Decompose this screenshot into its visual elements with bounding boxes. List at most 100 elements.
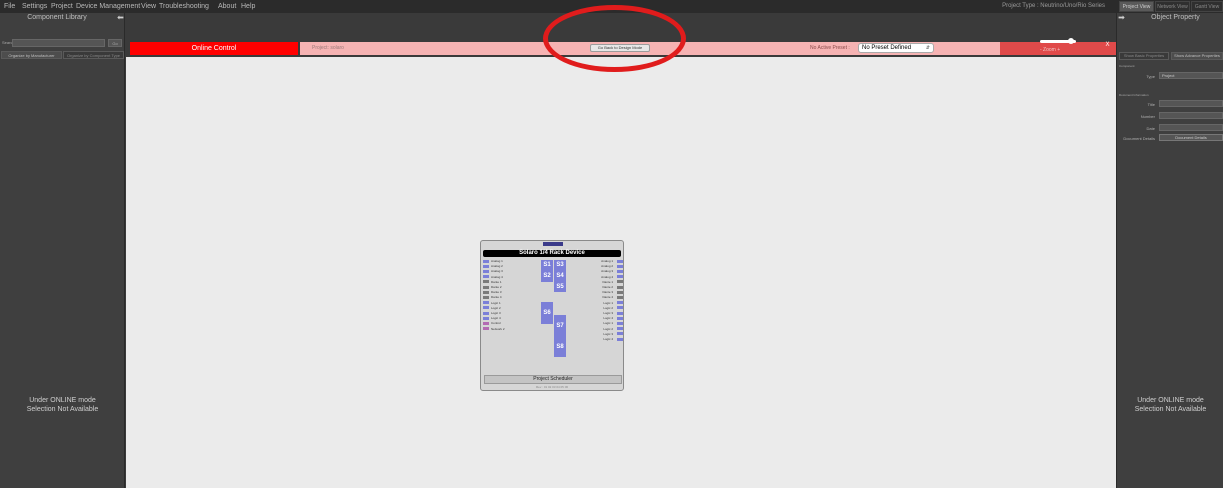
solaro-rack-device[interactable]: Solaro 1/4 Rack Device Analog 1 Analog 2 A… — [480, 240, 624, 391]
output-port-swatch[interactable] — [617, 264, 623, 268]
close-icon[interactable]: X — [1104, 42, 1111, 49]
active-preset-label: No Active Preset : — [810, 45, 850, 51]
input-port-label: Dante 4 — [491, 295, 502, 300]
input-port-swatch[interactable] — [483, 275, 489, 279]
menu-about[interactable]: About — [218, 0, 236, 13]
input-port-label: Analog 1 — [491, 259, 503, 263]
output-port-swatch[interactable] — [617, 306, 623, 310]
output-port-label: Analog 4 — [601, 274, 613, 279]
tab-gantt-view[interactable]: Gantt View — [1191, 1, 1223, 12]
number-field[interactable] — [1159, 112, 1223, 119]
input-port-label: Network 2 — [491, 326, 505, 331]
left-online-message: Under ONLINE mode Selection Not Availabl… — [0, 396, 125, 414]
input-port-swatch[interactable] — [483, 259, 489, 263]
output-port-swatch[interactable] — [617, 285, 623, 289]
show-advance-properties-button[interactable]: Show Advance Properties — [1171, 52, 1223, 60]
input-port-swatch[interactable] — [483, 290, 489, 294]
input-port-label: Logic 1 — [491, 300, 501, 305]
show-basic-properties-button[interactable]: Show Basic Properties — [1119, 52, 1169, 60]
input-port-swatch[interactable] — [483, 285, 489, 289]
block-s7[interactable]: S7 — [554, 315, 566, 337]
red-highlight-circle — [543, 5, 686, 72]
menu-device-management[interactable]: Device Management — [76, 0, 140, 13]
menu-view[interactable]: View — [141, 0, 156, 13]
input-port-swatch[interactable] — [483, 316, 489, 320]
menu-help[interactable]: Help — [241, 0, 255, 13]
input-port-swatch[interactable] — [483, 327, 489, 331]
library-search-button[interactable]: Go — [108, 39, 122, 47]
tab-organize-by-component-type[interactable]: Organize by Component Type — [63, 51, 124, 59]
type-field[interactable]: Project — [1159, 72, 1223, 79]
zoom-label: - Zoom + — [1040, 47, 1061, 53]
library-search-input[interactable] — [12, 39, 105, 47]
online-control-label: Online Control — [130, 42, 298, 55]
type-label: Type — [1146, 74, 1155, 79]
output-port-swatch[interactable] — [617, 332, 623, 336]
preset-select-value: No Preset Defined — [862, 45, 912, 51]
selection-unavailable-text: Selection Not Available — [26, 406, 99, 413]
output-port-swatch[interactable] — [617, 337, 623, 341]
project-type-label: Project Type : Neutrino/Uno/Rio Series — [1002, 3, 1105, 9]
input-port-swatch[interactable] — [483, 295, 489, 299]
device-footer: Rev : 01 02 03 04 05 06 — [536, 385, 569, 389]
output-port-label: Dante 4 — [602, 295, 613, 300]
output-port-swatch[interactable] — [617, 311, 623, 315]
input-port-swatch[interactable] — [483, 269, 489, 273]
menu-settings[interactable]: Settings — [22, 0, 47, 13]
output-port-swatch[interactable] — [617, 327, 623, 331]
input-port-label: Logic 4 — [491, 316, 501, 321]
library-tabs: Organize by Manufacturer Organize by Com… — [1, 51, 124, 59]
input-port-swatch[interactable] — [483, 301, 489, 305]
output-port-swatch[interactable] — [617, 295, 623, 299]
block-s6[interactable]: S6 — [541, 302, 553, 324]
input-port-swatch[interactable] — [483, 264, 489, 268]
updown-arrows-icon: ⇵ — [925, 45, 930, 51]
preset-select[interactable]: No Preset Defined ⇵ — [858, 43, 934, 53]
output-port-swatch[interactable] — [617, 259, 623, 263]
date-label: Date — [1146, 126, 1155, 131]
input-port-label: Logic 3 — [491, 311, 501, 315]
output-port-swatch[interactable] — [617, 316, 623, 320]
input-port-swatch[interactable] — [483, 321, 489, 325]
output-port-swatch[interactable] — [617, 290, 623, 294]
zoom-slider-handle[interactable] — [1067, 38, 1074, 44]
output-port-swatch[interactable] — [617, 301, 623, 305]
output-port-swatch[interactable] — [617, 275, 623, 279]
input-port-swatch[interactable] — [483, 311, 489, 315]
output-port-swatch[interactable] — [617, 269, 623, 273]
arrow-left-icon[interactable]: ⬅ — [116, 13, 125, 22]
date-field[interactable] — [1159, 124, 1223, 131]
block-s2[interactable]: S2 — [541, 271, 553, 282]
menu-troubleshooting[interactable]: Troubleshooting — [159, 0, 209, 13]
input-port-swatch[interactable] — [483, 306, 489, 310]
menu-project[interactable]: Project — [51, 0, 73, 13]
arrow-right-icon[interactable]: ➡ — [1117, 13, 1126, 22]
block-s4[interactable]: S4 — [554, 271, 566, 282]
output-port-label: Logic 2 — [603, 305, 613, 310]
output-port-label: Logic 1 — [603, 300, 613, 305]
block-s3[interactable]: S3 — [554, 260, 566, 271]
document-section-label: Document Information — [1119, 93, 1149, 97]
output-port-swatch[interactable] — [617, 280, 623, 284]
tab-organize-by-manufacturer[interactable]: Organize by Manufacturer — [1, 51, 62, 59]
output-port-label: Dante 1 — [602, 279, 613, 284]
project-scheduler-button[interactable]: Project Scheduler — [484, 375, 622, 384]
menu-file[interactable]: File — [4, 0, 15, 13]
device-title: Solaro 1/4 Rack Device — [483, 250, 621, 257]
selection-unavailable-text: Selection Not Available — [1134, 406, 1207, 413]
input-port-label: Analog 2 — [491, 264, 503, 269]
title-field[interactable] — [1159, 100, 1223, 107]
component-library-title: Component Library — [27, 14, 87, 21]
tab-network-view[interactable]: Network View — [1155, 1, 1190, 12]
input-port-swatch[interactable] — [483, 280, 489, 284]
device-header-tab — [543, 242, 563, 246]
application-window: File Settings Project Device Management … — [0, 0, 1223, 488]
output-port-swatch[interactable] — [617, 321, 623, 325]
block-s8[interactable]: S8 — [554, 337, 566, 357]
tab-project-view[interactable]: Project View — [1119, 1, 1154, 12]
document-details-button[interactable]: Document Details — [1159, 134, 1223, 141]
component-library-panel: Component Library ⬅ Search Go Organize b… — [0, 13, 125, 488]
block-s1[interactable]: S1 — [541, 260, 553, 271]
input-port-label: Dante 3 — [491, 290, 502, 295]
block-s5[interactable]: S5 — [554, 282, 566, 292]
